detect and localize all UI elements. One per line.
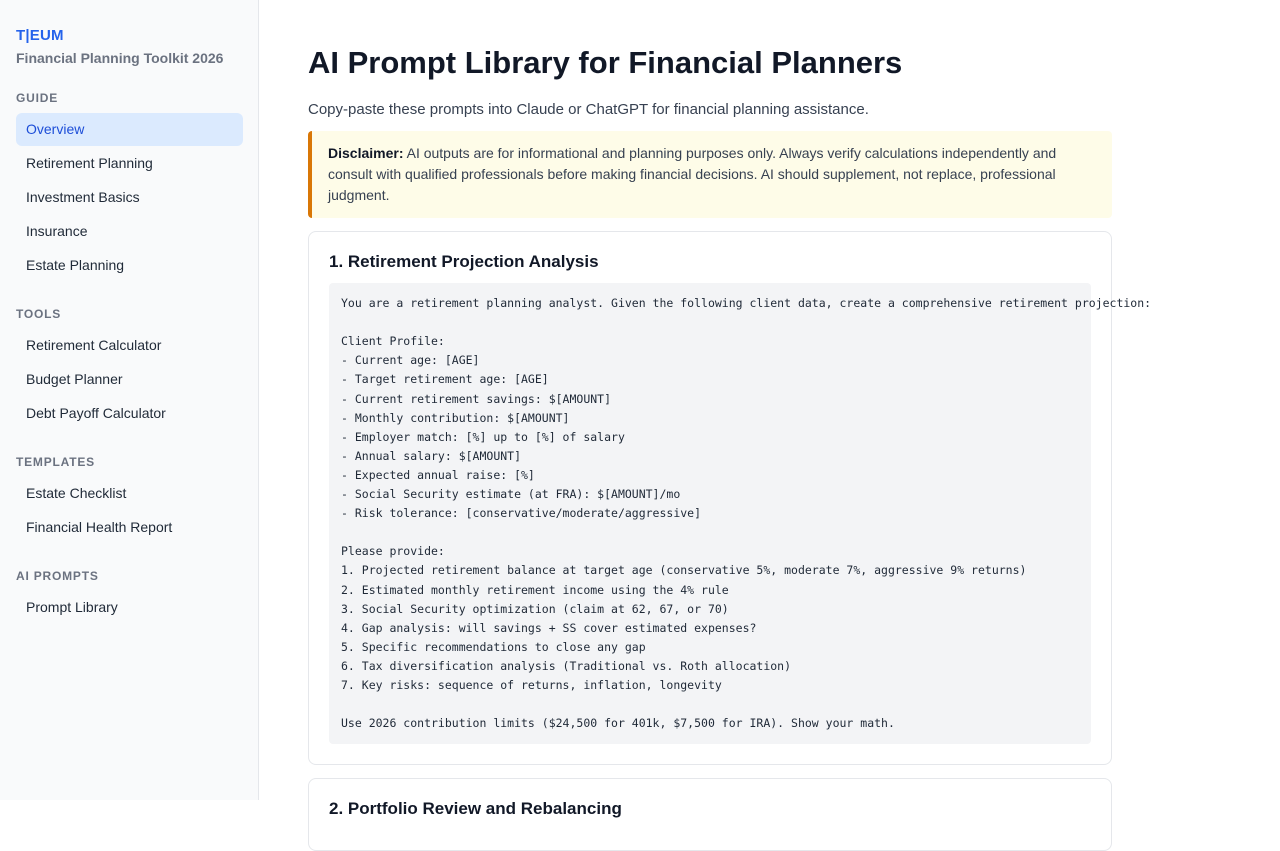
sidebar-item-insurance[interactable]: Insurance — [16, 215, 243, 248]
prompt-title: 2. Portfolio Review and Rebalancing — [329, 799, 622, 819]
sidebar-item-overview[interactable]: Overview — [16, 113, 243, 146]
page-intro: Copy-paste these prompts into Claude or … — [308, 101, 869, 119]
prompt-card: 1. Retirement Projection Analysis You ar… — [308, 231, 1151, 766]
nav-section-ai-prompts: AI PROMPTS — [16, 569, 99, 583]
sidebar-item-estate-checklist[interactable]: Estate Checklist — [16, 477, 243, 510]
nav-section-templates: TEMPLATES — [16, 455, 95, 469]
sidebar-item-budget-planner[interactable]: Budget Planner — [16, 363, 243, 396]
sidebar-item-estate-planning[interactable]: Estate Planning — [16, 249, 243, 282]
nav-section-tools: TOOLS — [16, 307, 62, 321]
disclaimer-text: AI outputs are for informational and pla… — [328, 145, 1057, 204]
sidebar-item-financial-health-report[interactable]: Financial Health Report — [16, 511, 243, 544]
page-title: AI Prompt Library for Financial Planners — [308, 45, 903, 80]
main-content: AI Prompt Library for Financial Planners… — [308, 0, 1151, 851]
prompt-code-block[interactable]: You are a retirement planning analyst. G… — [329, 283, 1151, 745]
sidebar: T|EUM Financial Planning Toolkit 2026 GU… — [0, 0, 259, 800]
site-subtitle: Financial Planning Toolkit 2026 — [16, 50, 224, 66]
prompt-card: 2. Portfolio Review and Rebalancing — [308, 778, 1112, 851]
disclaimer-callout: Disclaimer: AI outputs are for informati… — [308, 131, 1112, 219]
disclaimer-label: Disclaimer: — [328, 145, 404, 162]
sidebar-item-prompt-library[interactable]: Prompt Library — [16, 591, 243, 624]
sidebar-item-investment-basics[interactable]: Investment Basics — [16, 181, 243, 214]
nav-section-guide: GUIDE — [16, 91, 59, 105]
sidebar-item-retirement-calculator[interactable]: Retirement Calculator — [16, 329, 243, 362]
brand-logo[interactable]: T|EUM — [16, 27, 242, 44]
sidebar-item-debt-payoff-calculator[interactable]: Debt Payoff Calculator — [16, 397, 243, 430]
prompt-title: 1. Retirement Projection Analysis — [329, 252, 599, 272]
sidebar-item-retirement-planning[interactable]: Retirement Planning — [16, 147, 243, 180]
